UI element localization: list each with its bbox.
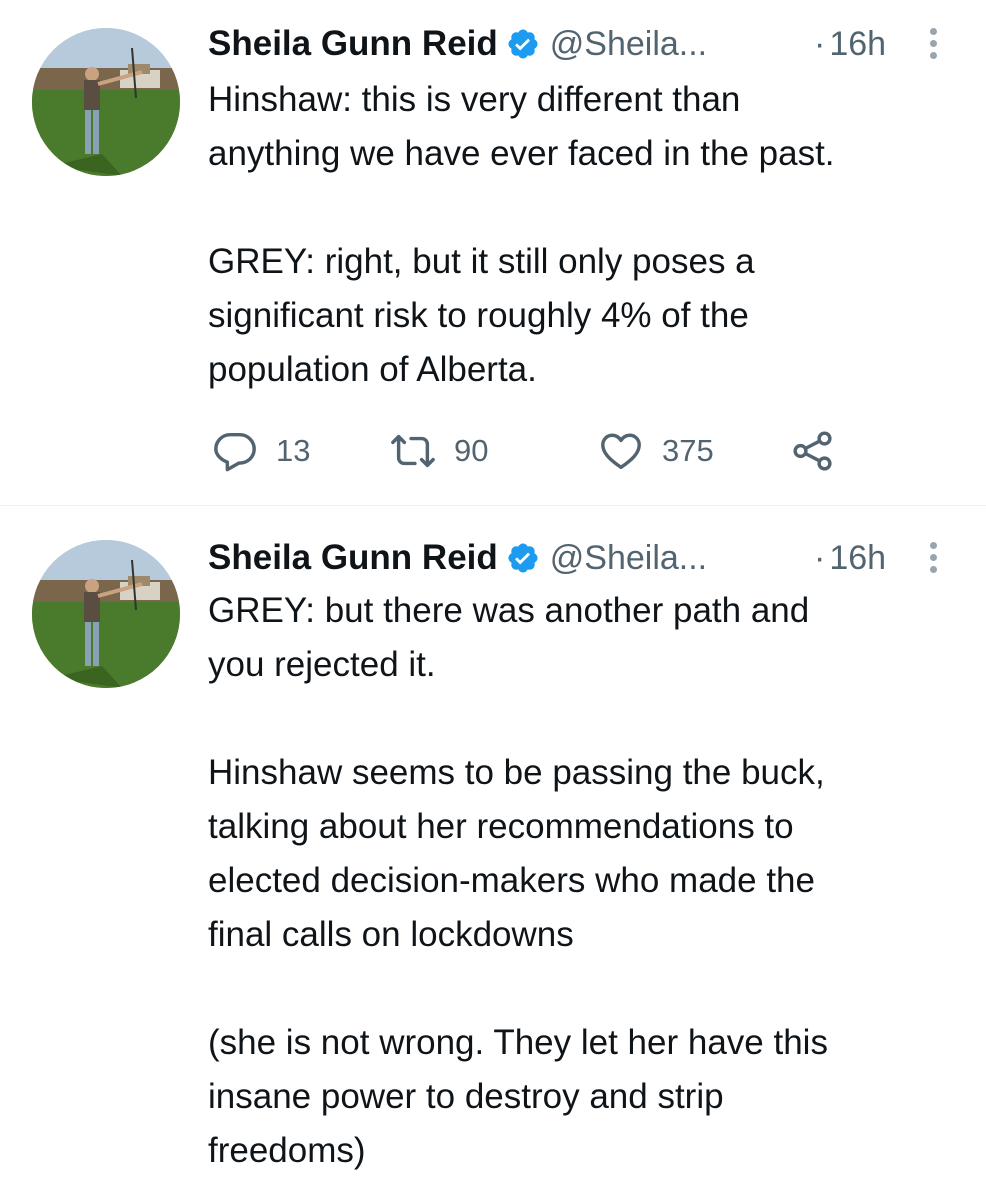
retweet-icon (391, 434, 435, 468)
tweet-text: GREY: but there was another path and you… (208, 591, 828, 1170)
tweet[interactable]: Sheila Gunn Reid @Sheila... · 16h Hinshaw… (0, 0, 986, 505)
tweet-timestamp[interactable]: · 16h (814, 539, 886, 578)
tweet[interactable]: Sheila Gunn Reid @Sheila... · 16h GREY: b… (0, 506, 986, 1200)
reply-count: 13 (276, 433, 311, 468)
tweet-header: Sheila Gunn Reid @Sheila... · 16h (208, 536, 948, 580)
verified-badge-icon (506, 541, 540, 575)
like-button[interactable]: 375 (598, 423, 714, 479)
share-icon (793, 431, 832, 471)
retweet-count: 90 (454, 433, 489, 468)
more-options-icon[interactable] (926, 542, 940, 576)
time-label: 16h (829, 24, 887, 63)
more-options-icon[interactable] (926, 28, 940, 62)
avatar-photo (32, 28, 180, 176)
verified-badge-icon (506, 27, 540, 61)
time-separator: · (814, 24, 826, 63)
time-separator: · (814, 538, 826, 577)
heart-icon (601, 433, 641, 470)
author-name[interactable]: Sheila Gunn Reid (208, 24, 498, 64)
tweet-header: Sheila Gunn Reid @Sheila... · 16h (208, 22, 948, 66)
share-button[interactable] (790, 423, 836, 479)
tweet-text: Hinshaw: this is very different than any… (208, 80, 835, 389)
reply-icon (214, 432, 256, 472)
time-label: 16h (829, 538, 887, 577)
author-name[interactable]: Sheila Gunn Reid (208, 538, 498, 578)
reply-button[interactable]: 13 (212, 423, 310, 479)
like-count: 375 (662, 433, 714, 468)
tweet-timestamp[interactable]: · 16h (814, 25, 886, 64)
author-handle[interactable]: @Sheila... (550, 25, 707, 64)
retweet-button[interactable]: 90 (390, 423, 488, 479)
avatar[interactable] (32, 540, 180, 688)
tweet-actions: 13 90 375 (212, 423, 852, 479)
avatar-photo (32, 540, 180, 688)
author-handle[interactable]: @Sheila... (550, 539, 707, 578)
avatar[interactable] (32, 28, 180, 176)
